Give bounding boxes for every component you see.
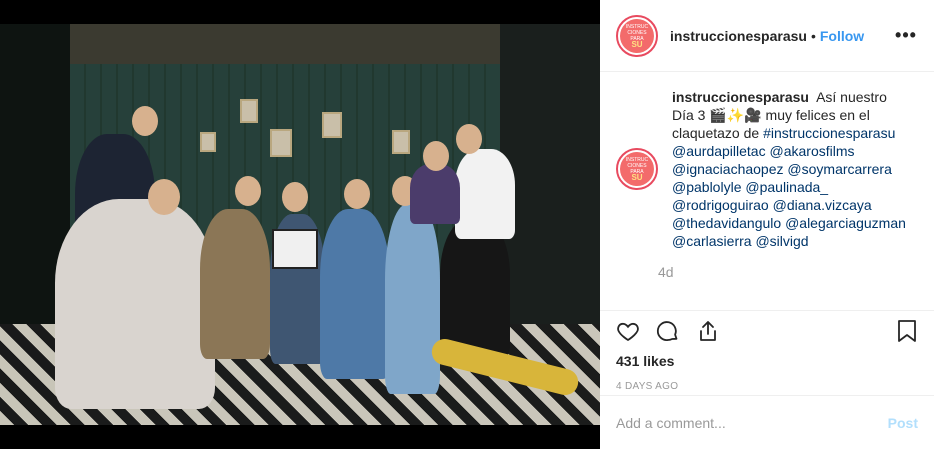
avatar-logo-brand: SU — [631, 39, 643, 49]
mention-link[interactable]: @thedavidangulo — [672, 215, 781, 231]
mention-link[interactable]: @paulinada_ — [745, 179, 828, 195]
photo-person — [200, 209, 270, 359]
hashtag-link[interactable]: #instruccionesparasu — [763, 125, 895, 141]
wall-picture — [240, 99, 258, 123]
caption-username-link[interactable]: instruccionesparasu — [672, 89, 809, 105]
post-header: INSTRUC CIONES PARA SU instruccionespara… — [600, 0, 934, 72]
photo-person — [410, 164, 460, 224]
photo-person — [440, 219, 510, 359]
more-dots-icon[interactable]: ••• — [894, 25, 918, 46]
mention-link[interactable]: @aurdapilletac — [672, 143, 766, 159]
post-actions: 431 likes 4 DAYS AGO — [600, 310, 934, 392]
separator-dot: • — [810, 27, 816, 44]
mention-link[interactable]: @silvigd — [755, 233, 808, 249]
caption-text: instruccionesparasu Así nuestro Día 3 🎬✨… — [672, 88, 912, 250]
film-slate — [272, 229, 318, 269]
comment-icon[interactable] — [656, 315, 696, 347]
photo-person-head — [132, 106, 158, 136]
photo-person-head — [282, 182, 308, 212]
avatar[interactable]: INSTRUC CIONES PARA SU — [616, 14, 658, 57]
caption-time-ago[interactable]: 4d — [658, 264, 912, 280]
avatar-logo: INSTRUC CIONES PARA SU — [620, 152, 654, 186]
mention-link[interactable]: @rodrigoguirao — [672, 197, 769, 213]
heart-icon[interactable] — [616, 315, 656, 347]
follow-button[interactable]: Follow — [820, 28, 864, 44]
avatar-logo: INSTRUC CIONES PARA SU — [620, 18, 654, 53]
caption-avatar[interactable]: INSTRUC CIONES PARA SU — [616, 148, 658, 190]
caption-emoji: 🎬✨🎥 — [709, 107, 762, 123]
post-comment-button[interactable]: Post — [888, 415, 918, 431]
photo-person-head — [423, 141, 449, 171]
photo-person — [455, 149, 515, 239]
mention-link[interactable]: @pablolyle — [672, 179, 741, 195]
photo-person — [55, 199, 215, 409]
photo-person — [385, 204, 440, 394]
avatar-logo-brand: SU — [631, 173, 643, 182]
mention-link[interactable]: @diana.vizcaya — [773, 197, 872, 213]
post-date[interactable]: 4 DAYS AGO — [616, 381, 918, 392]
photo-ceiling — [60, 24, 500, 64]
wall-picture — [270, 129, 292, 157]
mention-link[interactable]: @carlasierra — [672, 233, 752, 249]
photo-person-head — [456, 124, 482, 154]
header-text: instruccionesparasu • Follow — [670, 28, 894, 44]
mention-link[interactable]: @akarosfilms — [770, 143, 855, 159]
likes-count[interactable]: 431 likes — [616, 353, 918, 369]
instagram-post-modal: INSTRUC CIONES PARA SU instruccionespara… — [0, 0, 934, 449]
photo-person — [320, 209, 390, 379]
wall-picture — [392, 130, 410, 154]
comments-section: INSTRUC CIONES PARA SU instruccionespara… — [600, 72, 934, 307]
caption-row: INSTRUC CIONES PARA SU instruccionespara… — [616, 88, 918, 280]
photo-person-head — [235, 176, 261, 206]
post-side-panel: INSTRUC CIONES PARA SU instruccionespara… — [600, 0, 934, 449]
photo-person-head — [344, 179, 370, 209]
photo-person-head — [148, 179, 180, 215]
wall-picture — [200, 132, 216, 152]
mention-link[interactable]: @ignaciachaopez — [672, 161, 784, 177]
post-photo[interactable] — [0, 24, 600, 425]
comment-input[interactable] — [616, 414, 888, 431]
caption-block: instruccionesparasu Así nuestro Día 3 🎬✨… — [658, 88, 912, 280]
share-icon[interactable] — [696, 315, 736, 347]
action-icons-row — [616, 315, 918, 347]
mention-link[interactable]: @alegarciaguzman — [785, 215, 906, 231]
mention-link[interactable]: @soymarcarrera — [787, 161, 891, 177]
bookmark-icon[interactable] — [878, 315, 918, 347]
wall-picture — [322, 112, 342, 138]
username-link[interactable]: instruccionesparasu — [670, 28, 807, 44]
add-comment-bar: Post — [600, 395, 934, 449]
